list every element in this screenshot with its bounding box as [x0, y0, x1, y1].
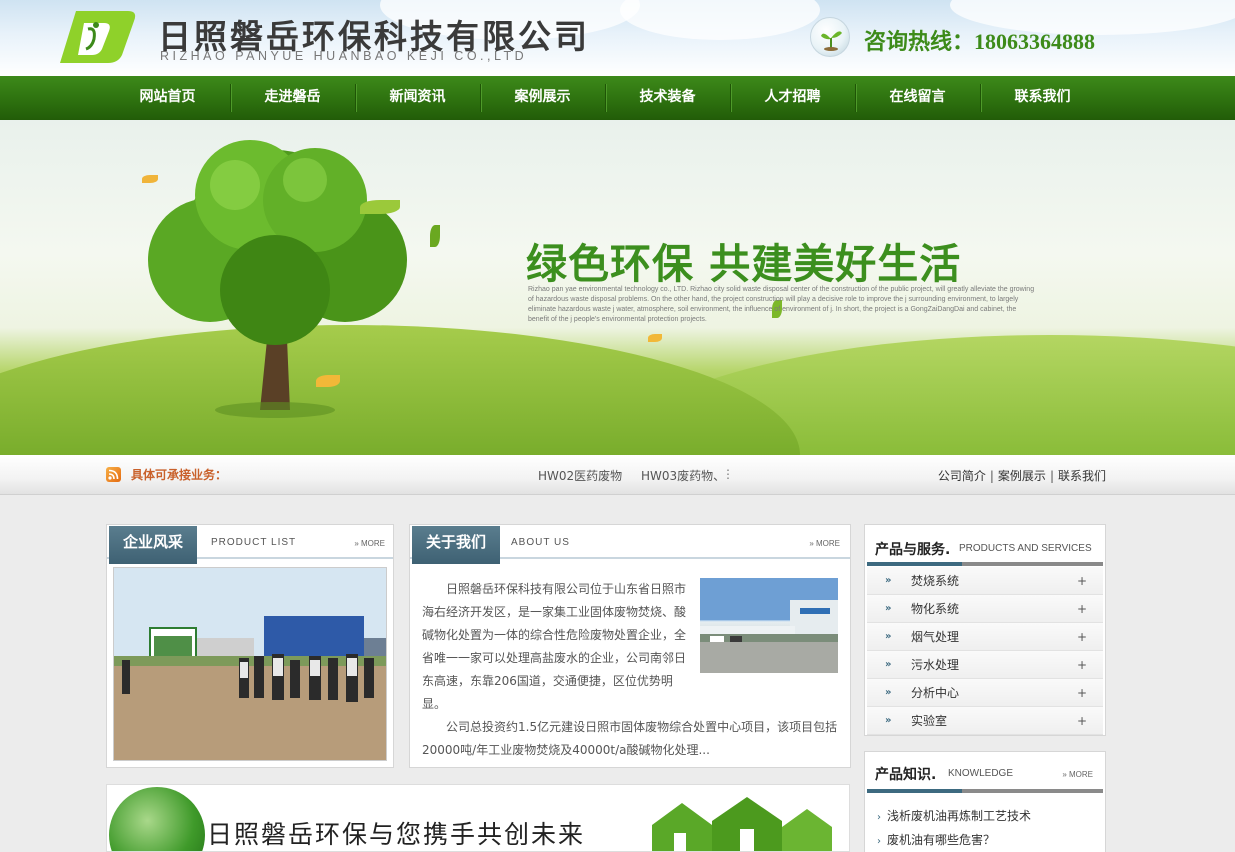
chevron-right-icon: ›: [877, 812, 881, 823]
leaf-decoration: [648, 334, 662, 342]
about-us-panel: 关于我们 ABOUT US » MORE 日照磐岳环保科技有限公司位于山东省日照…: [409, 524, 851, 768]
leaf-decoration: [360, 200, 400, 214]
facility-image: [700, 578, 838, 673]
quick-links: 公司简介 | 案例展示 | 联系我们: [938, 467, 1106, 484]
service-item[interactable]: » 烟气处理 +: [867, 623, 1103, 651]
about-paragraph: 日照磐岳环保科技有限公司位于山东省日照市海右经济开发区，是一家集工业固体废物焚烧…: [422, 582, 687, 711]
knowledge-link[interactable]: › 浅析废机油再炼制工艺技术: [877, 807, 1031, 824]
quick-link-cases[interactable]: 案例展示: [998, 469, 1046, 483]
link-divider: |: [1049, 469, 1054, 483]
panel-subtitle: PRODUCTS AND SERVICES: [959, 543, 1092, 554]
banner-title: 绿色环保 共建美好生活: [526, 240, 962, 288]
service-item[interactable]: » 分析中心 +: [867, 679, 1103, 707]
cloud-decoration: [620, 0, 820, 40]
panel-subtitle: PRODUCT LIST: [211, 537, 297, 548]
service-label: 分析中心: [911, 686, 960, 700]
hotline-text: 咨询热线：18063364888: [864, 29, 1096, 54]
logo-icon[interactable]: [58, 9, 138, 65]
double-chevron-icon: »: [885, 631, 892, 642]
plus-icon: +: [1076, 658, 1087, 672]
ticker-item[interactable]: HW02医药废物: [538, 467, 622, 484]
panel-title: 关于我们: [412, 526, 501, 564]
quick-link-profile[interactable]: 公司简介: [938, 469, 986, 483]
service-item[interactable]: » 焚烧系统 +: [867, 567, 1103, 595]
plus-icon: +: [1076, 602, 1087, 616]
more-link[interactable]: » MORE: [1062, 770, 1093, 779]
quick-link-contact[interactable]: 联系我们: [1058, 469, 1106, 483]
panel-title: 产品知识.: [875, 767, 937, 783]
plus-icon: +: [1076, 630, 1087, 644]
double-chevron-icon: »: [885, 687, 892, 698]
service-item[interactable]: » 污水处理 +: [867, 651, 1103, 679]
double-chevron-icon: »: [885, 659, 892, 670]
banner-description: Rizhao pan yae environmental technology …: [528, 286, 1035, 323]
company-logo-en: RIZHAO PANYUE HUANBAO KEJI CO.,LTD: [160, 49, 528, 63]
plus-icon: +: [1076, 574, 1087, 588]
leaf-decoration: [430, 225, 440, 247]
service-label: 焚烧系统: [911, 574, 960, 588]
nav-item-contact[interactable]: 联系我们: [980, 76, 1105, 120]
company-style-panel: 企业风采 PRODUCT LIST » MORE: [106, 524, 394, 768]
nav-item-home[interactable]: 网站首页: [105, 76, 230, 120]
knowledge-link[interactable]: › 废机油有哪些危害？: [877, 831, 995, 848]
site-visit-photo: [114, 568, 386, 760]
ticker-item[interactable]: HW03废药物、: [641, 467, 725, 484]
ticker-label: 具体可承接业务：: [131, 468, 228, 482]
nav-item-cases[interactable]: 案例展示: [480, 76, 605, 120]
slogan-text: 日照磐岳环保与您携手共创未来: [207, 820, 586, 849]
title-underline: [867, 562, 1103, 566]
plus-icon: +: [1076, 686, 1087, 700]
panel-title: 产品与服务.: [875, 542, 951, 558]
more-link[interactable]: » MORE: [354, 539, 385, 548]
tree-illustration: [148, 140, 407, 418]
ticker-overflow-icon: ⋮: [722, 467, 734, 481]
double-chevron-icon: »: [885, 603, 892, 614]
service-label: 实验室: [911, 714, 948, 728]
panel-subtitle: KNOWLEDGE: [948, 768, 1014, 779]
rss-icon: [106, 467, 121, 482]
sprout-icon: [810, 17, 850, 57]
slogan-banner[interactable]: 日照磐岳环保与您携手共创未来: [106, 784, 850, 852]
double-chevron-icon: »: [885, 715, 892, 726]
service-item[interactable]: » 实验室 +: [867, 707, 1103, 735]
nav-item-news[interactable]: 新闻资讯: [355, 76, 480, 120]
nav-item-message[interactable]: 在线留言: [855, 76, 980, 120]
main-nav: 网站首页 走进磐岳 新闻资讯 案例展示 技术装备 人才招聘 在线留言 联系我们: [0, 76, 1235, 120]
facility-photo[interactable]: [700, 578, 838, 673]
products-services-panel: 产品与服务. PRODUCTS AND SERVICES » 焚烧系统 + » 物化系…: [864, 524, 1106, 736]
title-underline: [867, 789, 1103, 793]
service-label: 烟气处理: [911, 630, 960, 644]
slideshow-photo[interactable]: 1 2 3 4 5: [113, 567, 387, 761]
more-link[interactable]: » MORE: [809, 539, 840, 548]
about-paragraph: 公司总投资约1.5亿元建设日照市固体废物综合处置中心项目，该项目包括20000吨…: [422, 720, 838, 757]
panel-header: 企业风采 PRODUCT LIST » MORE: [107, 525, 393, 564]
knowledge-title: 浅析废机油再炼制工艺技术: [887, 809, 1032, 823]
leaf-decoration: [142, 175, 158, 183]
service-item[interactable]: » 物化系统 +: [867, 595, 1103, 623]
service-label: 污水处理: [911, 658, 960, 672]
knowledge-title: 废机油有哪些危害？: [887, 833, 996, 847]
globe-icon: [109, 787, 205, 851]
site-header: 日照磐岳环保科技有限公司 RIZHAO PANYUE HUANBAO KEJI …: [0, 0, 1235, 76]
plus-icon: +: [1076, 714, 1087, 728]
chevron-right-icon: ›: [877, 836, 881, 847]
green-houses-illustration: [652, 797, 832, 851]
service-label: 物化系统: [911, 602, 960, 616]
panel-title: 企业风采: [109, 526, 198, 564]
nav-item-technology[interactable]: 技术装备: [605, 76, 730, 120]
double-chevron-icon: »: [885, 575, 892, 586]
hero-banner[interactable]: 绿色环保 共建美好生活 Rizhao pan yae environmental…: [0, 120, 1235, 455]
leaf-decoration: [316, 375, 340, 387]
knowledge-panel: 产品知识. KNOWLEDGE » MORE › 浅析废机油再炼制工艺技术 › 废机…: [864, 751, 1106, 852]
panel-header: 关于我们 ABOUT US » MORE: [410, 525, 850, 564]
panel-subtitle: ABOUT US: [511, 537, 570, 548]
nav-item-about[interactable]: 走进磐岳: [230, 76, 355, 120]
nav-item-jobs[interactable]: 人才招聘: [730, 76, 855, 120]
link-divider: |: [989, 469, 994, 483]
business-ticker: 具体可承接业务： HW02医药废物 HW03废药物、 ⋮ 公司简介 | 案例展示 | 联…: [0, 455, 1235, 495]
